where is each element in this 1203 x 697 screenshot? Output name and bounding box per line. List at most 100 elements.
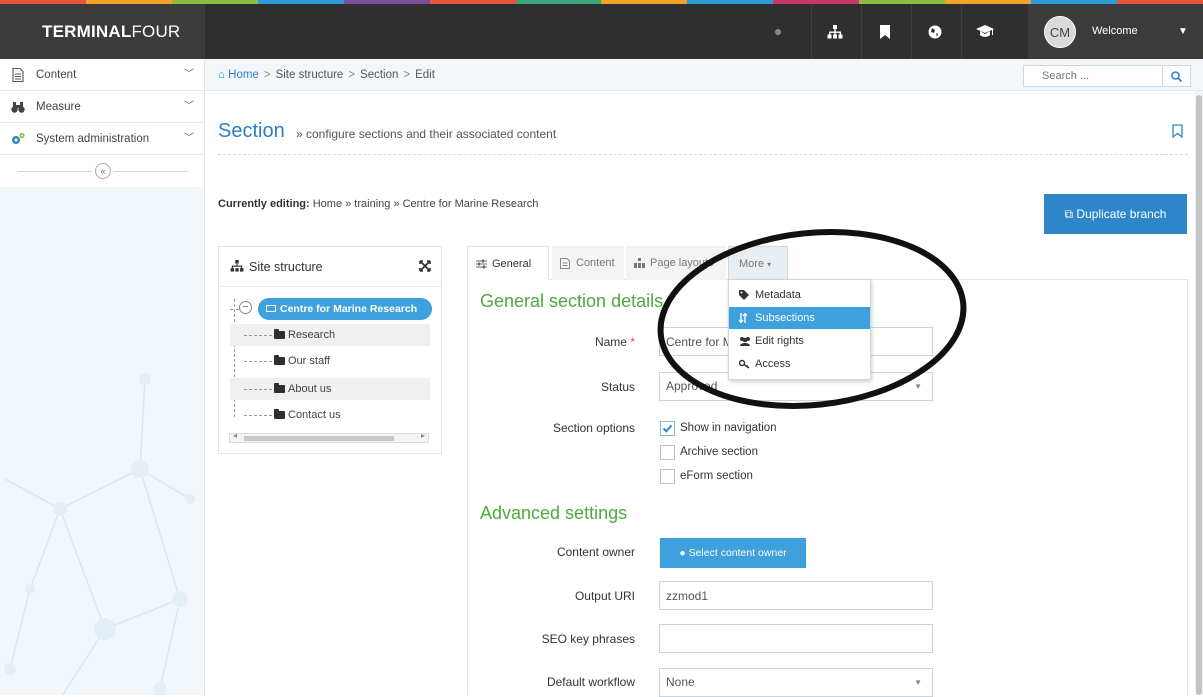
eform-section-label: eForm section: [680, 470, 753, 482]
gears-icon: [12, 132, 25, 144]
tab-more-dropdown[interactable]: More ▾: [728, 246, 788, 280]
document-icon: [560, 258, 570, 269]
status-label: Status: [600, 380, 635, 394]
site-structure-panel: Site structure − Centre for Marine Resea…: [218, 246, 442, 454]
sort-icon: [739, 313, 747, 323]
sidebar: Content ﹀ Measure ﹀ System administratio…: [0, 59, 205, 695]
tree-node-contact-us[interactable]: Contact us: [230, 404, 430, 426]
eform-section-checkbox[interactable]: [660, 469, 675, 484]
tree-node-research[interactable]: Research: [230, 324, 430, 346]
sidebar-item-system-administration[interactable]: System administration ﹀: [0, 123, 204, 155]
more-dropdown-menu: Metadata Subsections Edit rights Access: [728, 279, 871, 380]
tab-general[interactable]: General: [467, 246, 549, 280]
output-uri-field[interactable]: [659, 581, 933, 610]
breadcrumb-section[interactable]: Section: [360, 69, 398, 81]
logo[interactable]: TERMINALFOUR: [0, 4, 205, 59]
bookmark-icon[interactable]: [861, 4, 907, 59]
network-background-graphic: [4, 373, 195, 695]
tree-node-root[interactable]: Centre for Marine Research: [258, 298, 432, 320]
avatar[interactable]: CM: [1044, 16, 1076, 48]
search-icon: [1171, 70, 1182, 82]
user-icon: ●: [679, 547, 686, 559]
sidebar-item-measure[interactable]: Measure ﹀: [0, 91, 204, 123]
folder-icon: [274, 409, 285, 419]
sliders-icon: [476, 259, 487, 269]
chevron-down-icon: ﹀: [184, 133, 194, 144]
copy-icon: ⧉: [1064, 207, 1074, 221]
collapse-node-icon[interactable]: −: [239, 301, 252, 314]
name-label: Name *: [594, 335, 635, 349]
divider: [218, 154, 1188, 155]
user-menu[interactable]: CM Welcome ▼: [1028, 4, 1203, 59]
sidebar-item-label: Measure: [36, 101, 81, 113]
select-content-owner-button[interactable]: ● Select content owner: [660, 538, 806, 568]
search-button[interactable]: [1163, 65, 1191, 87]
output-uri-label: Output URI: [574, 589, 635, 603]
globe-icon[interactable]: [911, 4, 957, 59]
site-structure-icon: [230, 260, 244, 272]
caret-down-icon[interactable]: ▼: [1178, 4, 1188, 59]
menu-item-subsections[interactable]: Subsections: [729, 307, 870, 329]
chevron-down-icon: ﹀: [184, 69, 194, 80]
archive-section-checkbox[interactable]: [660, 445, 675, 460]
show-in-navigation-checkbox[interactable]: [660, 421, 675, 436]
sidebar-item-label: System administration: [36, 133, 150, 145]
breadcrumb-bar: ⌂ Home > Site structure > Section > Edit: [205, 59, 1203, 91]
menu-item-edit-rights[interactable]: Edit rights: [729, 330, 870, 352]
tab-content[interactable]: Content: [552, 246, 624, 280]
page-subtitle: » configure sections and their associate…: [296, 127, 557, 141]
bookmark-outline-icon[interactable]: [1172, 124, 1183, 138]
document-icon: [12, 68, 24, 82]
tree-horizontal-scrollbar[interactable]: ◂ ▸: [229, 431, 429, 443]
binoculars-icon: [11, 102, 25, 113]
users-icon: [740, 337, 750, 346]
seo-key-phrases-field[interactable]: [659, 624, 933, 653]
folder-icon: [274, 355, 285, 365]
menu-item-metadata[interactable]: Metadata: [729, 284, 870, 306]
breadcrumb-site-structure[interactable]: Site structure: [276, 69, 344, 81]
expand-icon[interactable]: [419, 260, 431, 272]
folder-icon: [274, 383, 285, 393]
tree-connector: [230, 309, 239, 310]
section-options-label: Section options: [552, 421, 635, 435]
site-structure-title: Site structure: [249, 260, 323, 274]
chevron-down-icon: ﹀: [184, 101, 194, 112]
sidebar-item-content[interactable]: Content ﹀: [0, 59, 204, 91]
archive-section-label: Archive section: [680, 446, 758, 458]
search-input[interactable]: [1023, 65, 1163, 87]
general-section-heading: General section details: [480, 291, 664, 311]
currently-editing: Currently editing: Home » training » Cen…: [218, 198, 539, 210]
duplicate-branch-button[interactable]: ⧉ Duplicate branch: [1044, 194, 1187, 234]
collapse-sidebar-button[interactable]: «: [95, 163, 111, 179]
page-scrollbar[interactable]: [1195, 91, 1203, 695]
checkmark-icon: [662, 424, 673, 433]
tab-strip: General Content Page layouts More ▾: [467, 246, 1188, 280]
layout-icon: [634, 258, 645, 268]
sidebar-collapse-row: «: [0, 155, 204, 187]
graduation-cap-icon[interactable]: [961, 4, 1007, 59]
sidebar-item-label: Content: [36, 69, 77, 81]
show-in-navigation-label: Show in navigation: [680, 422, 777, 434]
folder-open-icon: [266, 305, 276, 312]
tree-node-our-staff[interactable]: Our staff: [230, 350, 430, 372]
site-structure-header: Site structure: [219, 247, 441, 287]
welcome-label: Welcome: [1092, 25, 1138, 37]
advanced-settings-heading: Advanced settings: [480, 503, 628, 523]
status-dot-icon[interactable]: [755, 4, 801, 59]
default-workflow-select[interactable]: None ▼: [659, 668, 933, 697]
menu-item-access[interactable]: Access: [729, 353, 870, 375]
breadcrumb-home[interactable]: ⌂ Home: [218, 69, 259, 81]
folder-icon: [274, 329, 285, 339]
key-icon: [739, 359, 750, 369]
top-bar: TERMINALFOUR CM Welcome ▼: [0, 4, 1203, 59]
breadcrumb-edit: Edit: [415, 69, 435, 81]
tree-node-about-us[interactable]: About us: [230, 378, 430, 400]
tab-page-layouts[interactable]: Page layouts: [626, 246, 726, 280]
page-title: Section: [218, 120, 285, 142]
breadcrumb: ⌂ Home > Site structure > Section > Edit: [218, 69, 435, 81]
tags-icon: [739, 290, 749, 300]
seo-key-phrases-label: SEO key phrases: [541, 632, 635, 646]
default-workflow-label: Default workflow: [546, 675, 635, 689]
site-structure-icon[interactable]: [811, 4, 857, 59]
content-owner-label: Content owner: [556, 545, 635, 559]
